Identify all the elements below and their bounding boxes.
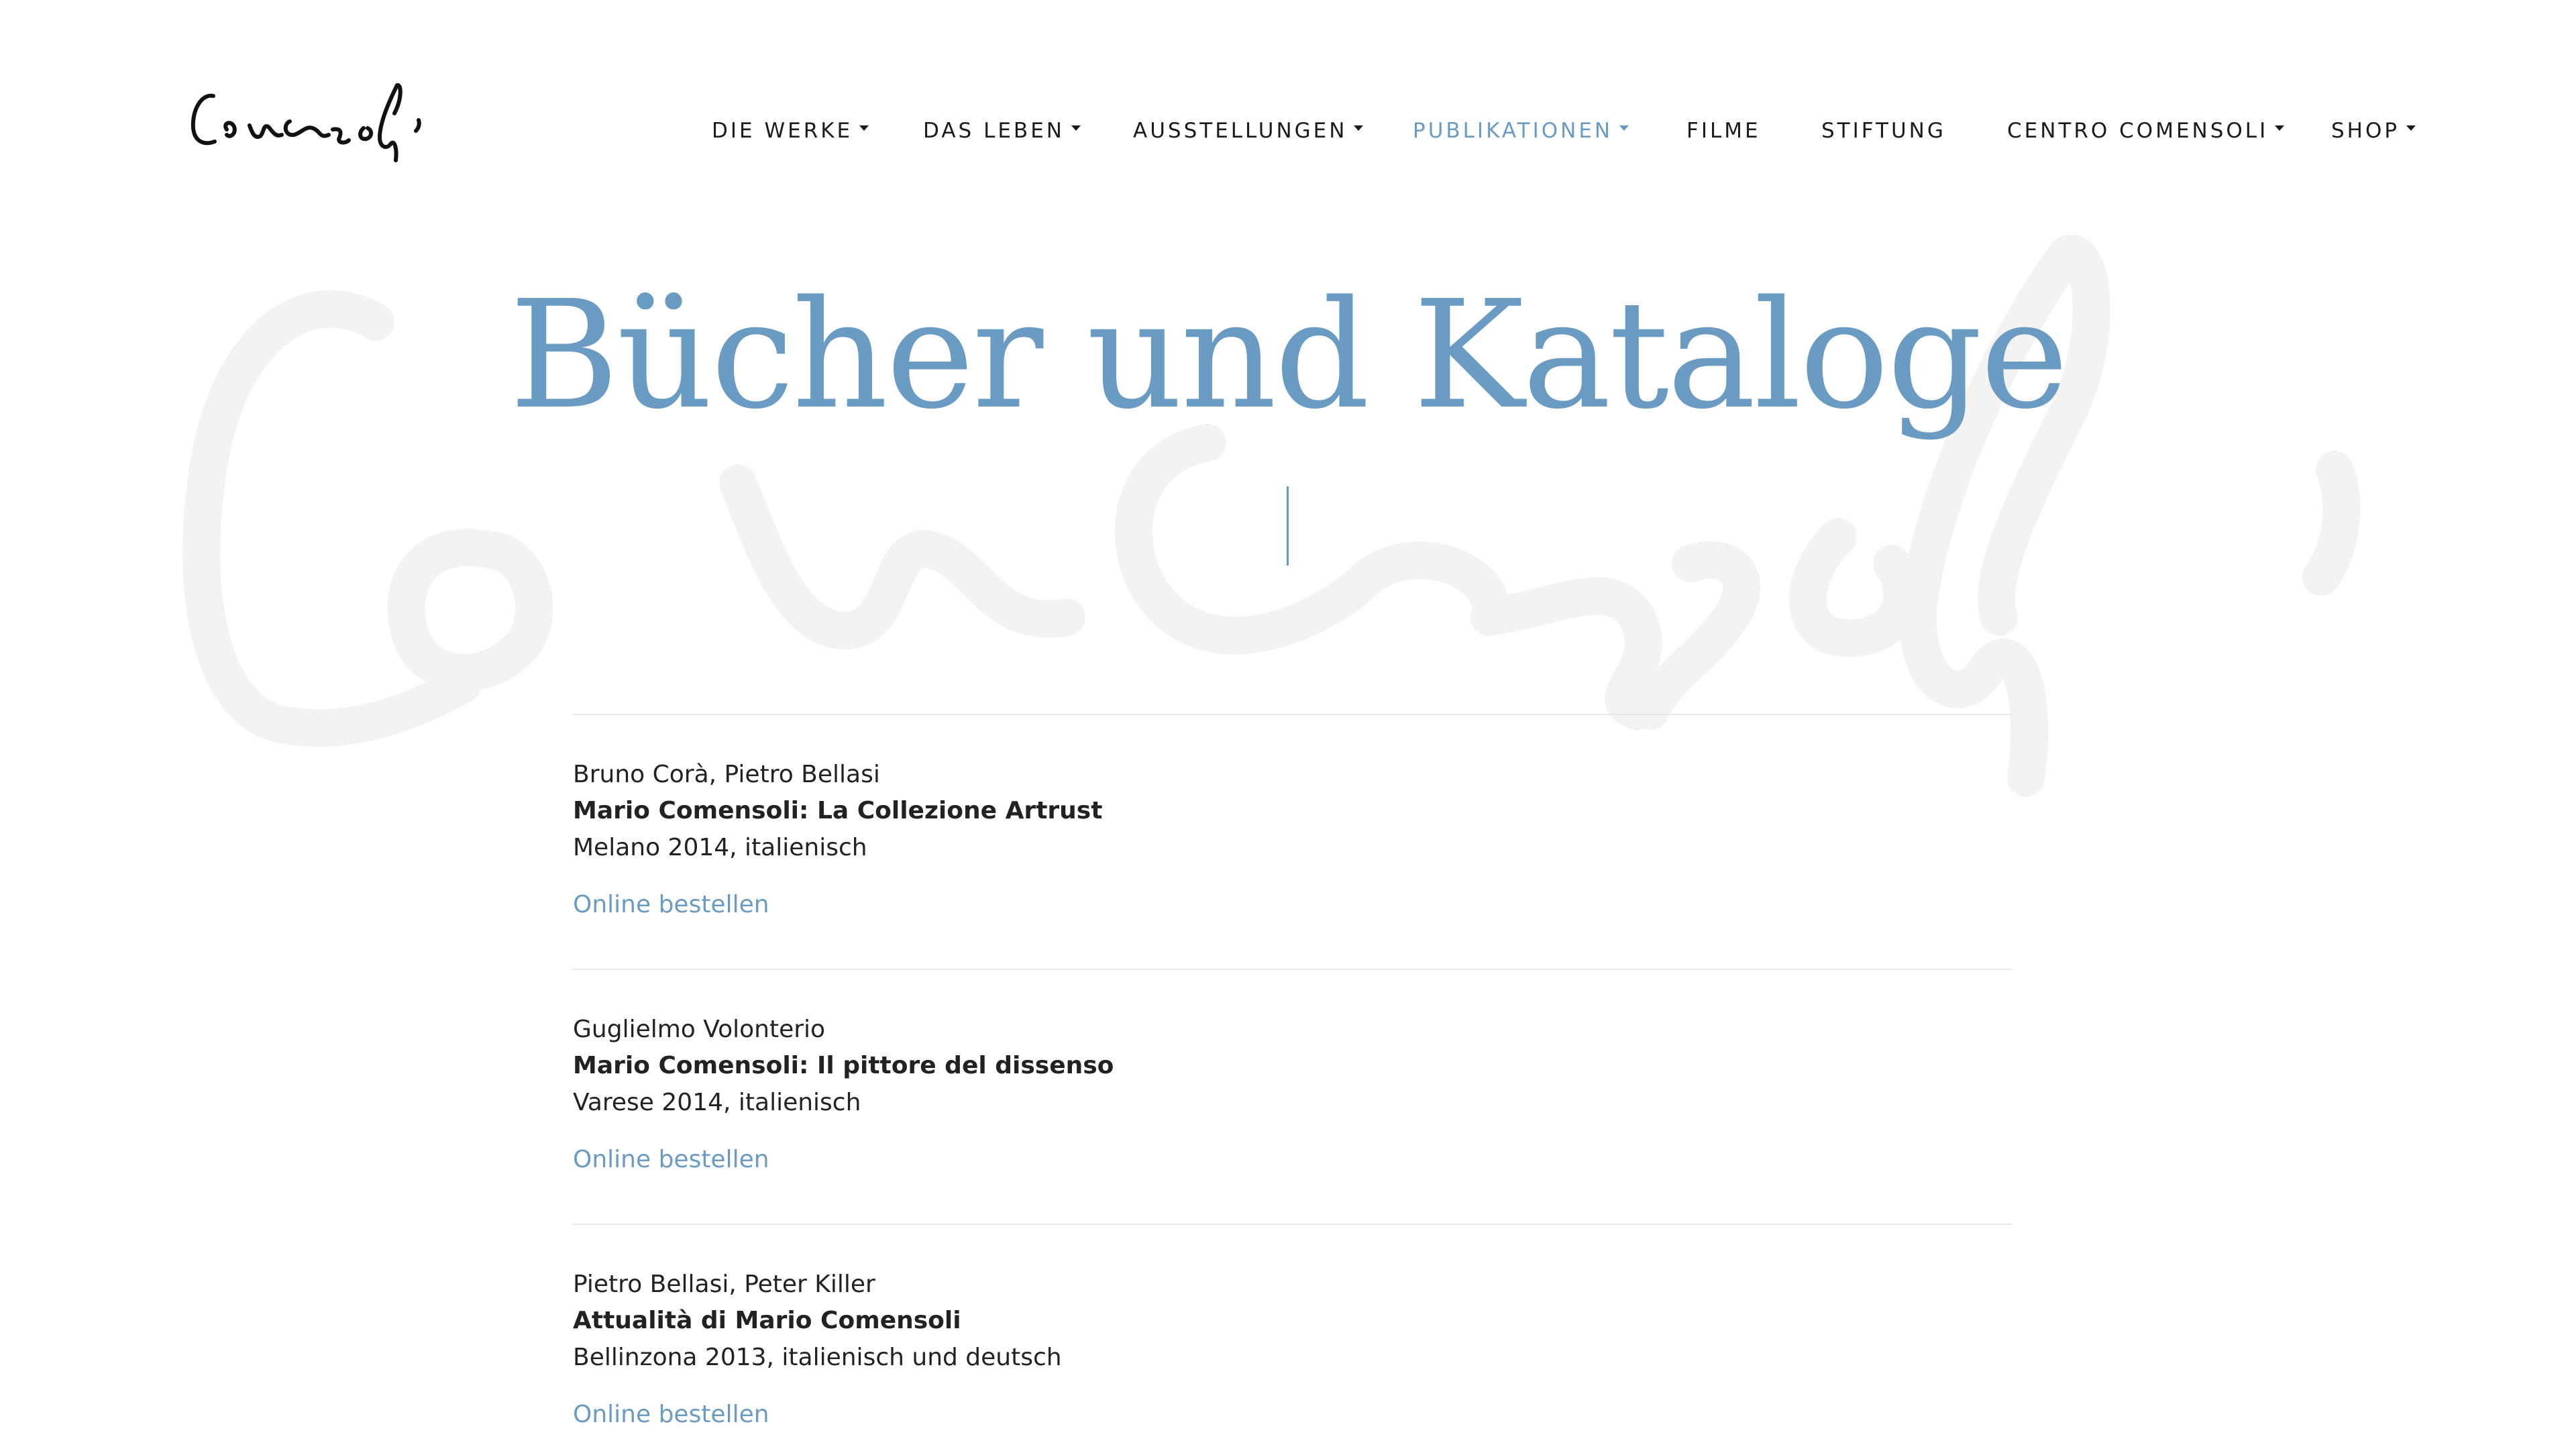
main-nav: DIE WERKE DAS LEBEN AUSSTELLUNGEN PUBLIK… [691, 111, 2576, 151]
publication-meta: Varese 2014, italienisch [573, 1089, 861, 1116]
nav-item-die-werke[interactable]: DIE WERKE [712, 111, 869, 151]
publication-title: Mario Comensoli: La Collezione Artrust [573, 797, 1103, 824]
nav-label: DAS LEBEN [923, 119, 1065, 143]
nav-label: AUSSTELLUNGEN [1133, 119, 1348, 143]
nav-label: PUBLIKATIONEN [1413, 119, 1613, 143]
nav-label: CENTRO COMENSOLI [2007, 119, 2269, 143]
nav-item-publikationen[interactable]: PUBLIKATIONEN [1413, 111, 1629, 151]
nav-item-stiftung[interactable]: STIFTUNG [1821, 111, 1946, 151]
publication-item: Pietro Bellasi, Peter Killer Attualità d… [573, 1224, 2012, 1449]
caret-down-icon [2275, 125, 2285, 131]
publication-authors: Pietro Bellasi, Peter Killer [573, 1271, 875, 1298]
publication-authors: Bruno Corà, Pietro Bellasi [573, 761, 880, 788]
publication-title: Mario Comensoli: Il pittore del dissenso [573, 1052, 1114, 1079]
publication-item: Guglielmo Volonterio Mario Comensoli: Il… [573, 969, 2012, 1224]
caret-down-icon [2406, 125, 2416, 131]
nav-item-filme[interactable]: FILME [1686, 111, 1761, 151]
caret-down-icon [1619, 125, 1629, 131]
publication-item: Bruno Corà, Pietro Bellasi Mario Comenso… [573, 714, 2012, 969]
publication-title: Attualità di Mario Comensoli [573, 1307, 961, 1334]
publication-meta: Bellinzona 2013, italienisch und deutsch [573, 1344, 1062, 1371]
nav-item-ausstellungen[interactable]: AUSSTELLUNGEN [1133, 111, 1364, 151]
caret-down-icon [1354, 125, 1364, 131]
nav-item-das-leben[interactable]: DAS LEBEN [923, 111, 1081, 151]
page-title: Bücher und Kataloge [509, 269, 2068, 442]
nav-item-centro-comensoli[interactable]: CENTRO COMENSOLI [2007, 111, 2285, 151]
order-online-link[interactable]: Online bestellen [573, 1146, 769, 1173]
publication-authors: Guglielmo Volonterio [573, 1016, 826, 1043]
comensoli-logo[interactable] [188, 77, 483, 164]
order-online-link[interactable]: Online bestellen [573, 1401, 769, 1428]
nav-label: DIE WERKE [712, 119, 853, 143]
publication-list: Bruno Corà, Pietro Bellasi Mario Comenso… [573, 714, 2012, 1449]
publication-meta: Melano 2014, italienisch [573, 834, 867, 861]
caret-down-icon [1071, 125, 1081, 131]
title-divider [1287, 486, 1289, 566]
nav-label: SHOP [2331, 119, 2400, 143]
caret-down-icon [859, 125, 869, 131]
nav-item-shop[interactable]: SHOP [2331, 111, 2416, 151]
nav-label: STIFTUNG [1821, 119, 1946, 143]
nav-label: FILME [1686, 119, 1761, 143]
order-online-link[interactable]: Online bestellen [573, 891, 769, 918]
